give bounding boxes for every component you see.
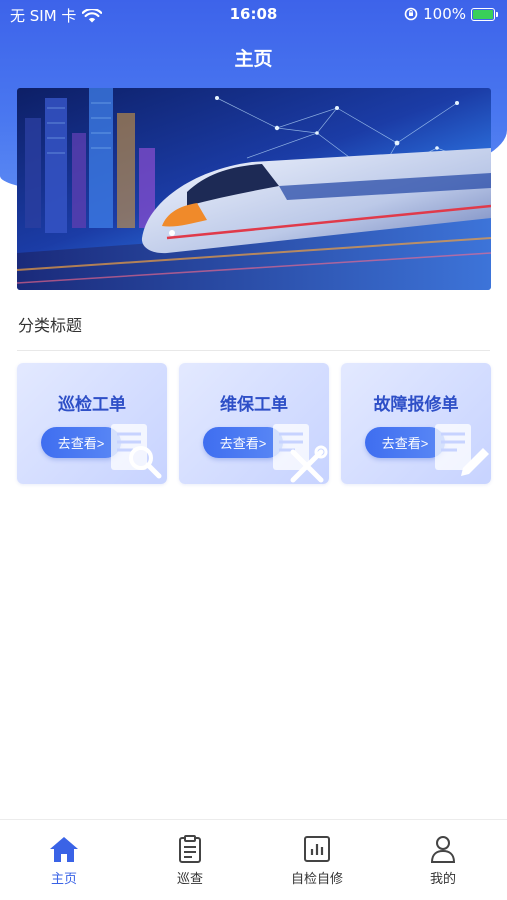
section-title: 分类标题 xyxy=(18,316,83,335)
section-divider xyxy=(17,350,490,351)
chart-icon xyxy=(304,836,330,862)
tools-icon xyxy=(273,424,328,483)
battery-percent: 100% xyxy=(423,5,466,23)
tab-label: 自检自修 xyxy=(290,872,343,887)
banner-image[interactable] xyxy=(17,88,491,290)
card-fault-report[interactable]: 故障报修单 去查看> xyxy=(341,363,491,484)
card-inspection-order[interactable]: 巡检工单 去查看> xyxy=(17,363,167,484)
page-title: 主页 xyxy=(234,48,273,70)
battery-icon xyxy=(471,7,498,21)
bottom-tab-bar: 主页 巡查 自检自修 我的 xyxy=(0,819,507,900)
clipboard-icon xyxy=(179,835,201,863)
tab-home[interactable]: 主页 xyxy=(14,834,114,887)
orientation-lock-icon xyxy=(404,7,418,21)
tab-label: 巡查 xyxy=(176,872,203,887)
status-right: 100% xyxy=(404,5,498,23)
tab-label: 主页 xyxy=(50,872,77,887)
tab-label: 我的 xyxy=(429,872,456,887)
tab-patrol[interactable]: 巡查 xyxy=(140,834,240,887)
high-speed-train-image xyxy=(17,88,491,290)
tab-mine[interactable]: 我的 xyxy=(393,834,493,887)
tab-self-check[interactable]: 自检自修 xyxy=(267,834,367,887)
card-title: 巡检工单 xyxy=(58,395,126,415)
status-bar: 无 SIM 卡 16:08 100% xyxy=(0,0,507,30)
user-icon xyxy=(430,836,456,863)
home-icon xyxy=(50,837,78,862)
card-maintenance-order[interactable]: 维保工单 去查看> xyxy=(179,363,329,484)
card-title: 故障报修单 xyxy=(373,395,459,415)
card-title: 维保工单 xyxy=(220,395,288,415)
magnifier-icon xyxy=(111,424,162,479)
pencil-icon xyxy=(435,424,489,476)
battery-fill xyxy=(473,9,493,19)
